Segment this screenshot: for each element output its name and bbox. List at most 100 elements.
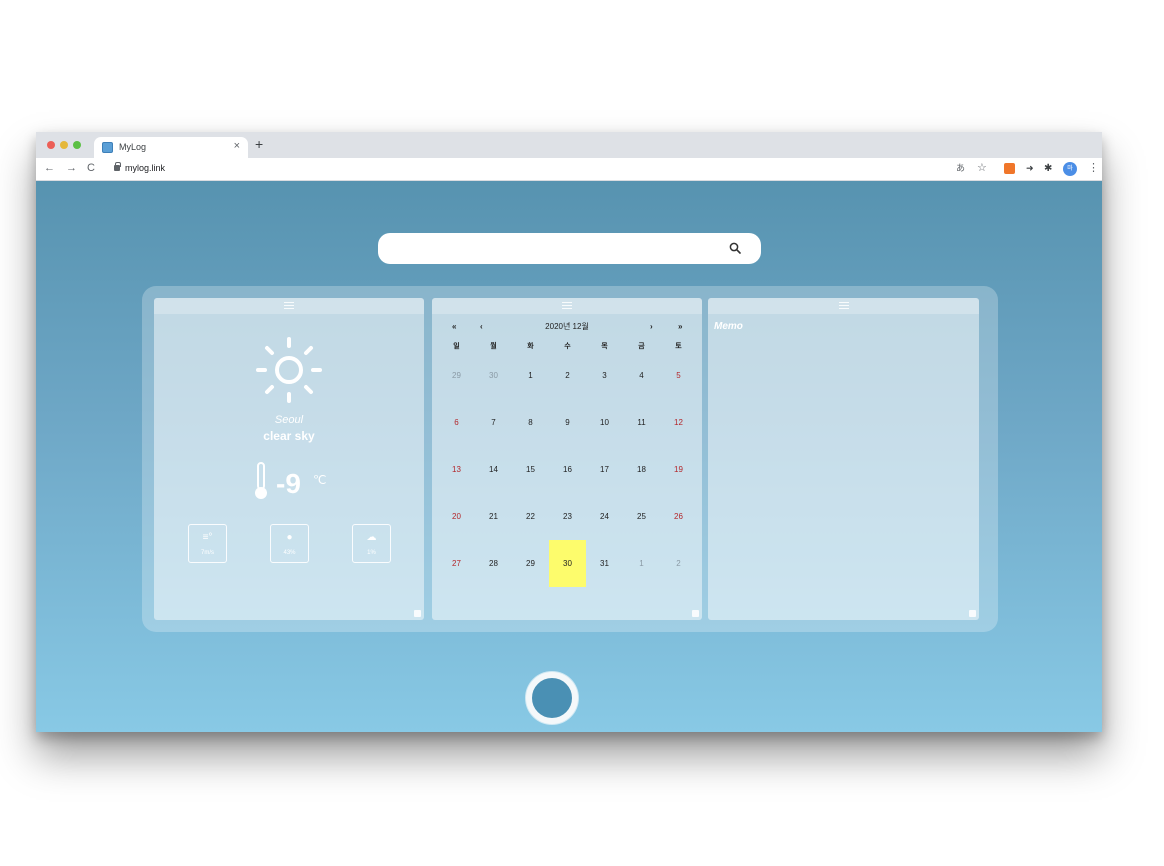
search-input[interactable] bbox=[378, 233, 761, 264]
calendar-day[interactable]: 29 bbox=[512, 540, 549, 587]
calendar-day[interactable]: 1 bbox=[512, 352, 549, 399]
calendar-day[interactable]: 16 bbox=[549, 446, 586, 493]
calendar-day[interactable]: 13 bbox=[438, 446, 475, 493]
calendar-day[interactable]: 22 bbox=[512, 493, 549, 540]
calendar-day[interactable]: 26 bbox=[660, 493, 697, 540]
calendar-day[interactable]: 18 bbox=[623, 446, 660, 493]
bookmark-star-icon[interactable]: ☆ bbox=[977, 163, 987, 174]
drag-handle[interactable] bbox=[432, 298, 702, 314]
browser-window: MyLog × + ← → C mylog.link あ ☆ ➜ ✱ 마 ⋮ S… bbox=[36, 132, 1102, 732]
close-window-button[interactable] bbox=[47, 141, 55, 149]
next-year-button[interactable]: » bbox=[678, 322, 682, 331]
wind-icon: ≡° bbox=[202, 532, 213, 543]
calendar-day[interactable]: 20 bbox=[438, 493, 475, 540]
calendar-day[interactable]: 7 bbox=[475, 399, 512, 446]
menu-icon bbox=[562, 302, 572, 311]
calendar-day[interactable]: 4 bbox=[623, 352, 660, 399]
calendar-day-other-month[interactable]: 30 bbox=[475, 352, 512, 399]
calendar-day[interactable]: 17 bbox=[586, 446, 623, 493]
temperature-value: -9 bbox=[276, 468, 301, 499]
calendar-day[interactable]: 12 bbox=[660, 399, 697, 446]
cloud-stat: ☁ 1% bbox=[352, 524, 391, 563]
weather-city: Seoul bbox=[274, 414, 304, 426]
weekday-label: 화 bbox=[527, 343, 534, 350]
weekday-label: 토 bbox=[675, 343, 682, 350]
calendar-day[interactable]: 21 bbox=[475, 493, 512, 540]
calendar-day[interactable]: 3 bbox=[586, 352, 623, 399]
calendar-day[interactable]: 10 bbox=[586, 399, 623, 446]
new-tab-button[interactable]: + bbox=[255, 137, 263, 151]
humidity-stat: ● 43% bbox=[270, 524, 309, 563]
humidity-value: 43% bbox=[283, 550, 296, 556]
temperature-unit: ℃ bbox=[313, 473, 327, 487]
extensions-puzzle-icon[interactable]: ✱ bbox=[1044, 163, 1052, 174]
menu-icon bbox=[838, 302, 849, 311]
favicon-icon bbox=[102, 142, 113, 153]
wind-value: 7m/s bbox=[200, 550, 214, 556]
calendar-day[interactable]: 14 bbox=[475, 446, 512, 493]
maximize-window-button[interactable] bbox=[73, 141, 81, 149]
resize-icon[interactable] bbox=[692, 610, 699, 617]
calendar-widget: « ‹ 2020년 12월 › » 일월화수목금토 29 30 1 2 3 4 5 6 7 8 9 1… bbox=[432, 298, 702, 620]
calendar-day[interactable]: 24 bbox=[586, 493, 623, 540]
calendar-day-other-month[interactable]: 29 bbox=[438, 352, 475, 399]
browser-menu-icon[interactable]: ⋮ bbox=[1088, 162, 1099, 175]
drag-handle[interactable] bbox=[154, 298, 424, 314]
memo-title: Memo bbox=[714, 321, 743, 332]
extension-icon[interactable] bbox=[1004, 163, 1015, 174]
lock-icon[interactable] bbox=[114, 162, 121, 171]
weather-condition: clear sky bbox=[263, 429, 315, 443]
calendar-day[interactable]: 19 bbox=[660, 446, 697, 493]
widget-board: Seoul clear sky -9 ℃ ≡° 7m/s ● 43% ☁ 1% … bbox=[142, 286, 998, 632]
profile-avatar[interactable]: 마 bbox=[1063, 162, 1077, 176]
forward-button[interactable]: → bbox=[66, 162, 77, 175]
calendar-title: 2020년 12월 bbox=[545, 322, 589, 331]
address-bar[interactable]: mylog.link bbox=[125, 163, 165, 173]
calendar-day[interactable]: 28 bbox=[475, 540, 512, 587]
browser-tab[interactable]: MyLog × bbox=[94, 137, 248, 158]
weather-widget: Seoul clear sky -9 ℃ ≡° 7m/s ● 43% ☁ 1% bbox=[154, 298, 424, 620]
calendar-day[interactable]: 31 bbox=[586, 540, 623, 587]
browser-toolbar: ← → C mylog.link あ ☆ ➜ ✱ 마 ⋮ bbox=[36, 158, 1102, 181]
calendar-day[interactable]: 5 bbox=[660, 352, 697, 399]
extension-arrow-icon[interactable]: ➜ bbox=[1026, 163, 1034, 174]
tab-strip: MyLog × + bbox=[36, 132, 1102, 158]
calendar-day[interactable]: 2 bbox=[549, 352, 586, 399]
weekday-label: 수 bbox=[564, 343, 571, 350]
calendar-day[interactable]: 27 bbox=[438, 540, 475, 587]
calendar-day[interactable]: 11 bbox=[623, 399, 660, 446]
search-icon[interactable] bbox=[729, 242, 741, 254]
add-widget-button[interactable] bbox=[526, 672, 578, 724]
weekday-label: 일 bbox=[453, 343, 460, 350]
humidity-icon: ● bbox=[286, 532, 293, 543]
thermometer-icon bbox=[255, 462, 267, 499]
back-button[interactable]: ← bbox=[44, 162, 55, 175]
menu-icon bbox=[284, 302, 294, 311]
translate-icon[interactable]: あ bbox=[956, 163, 967, 174]
drag-handle[interactable] bbox=[708, 298, 979, 314]
minimize-window-button[interactable] bbox=[60, 141, 68, 149]
next-month-button[interactable]: › bbox=[650, 322, 653, 331]
tab-close-button[interactable]: × bbox=[234, 140, 240, 152]
calendar-day[interactable]: 23 bbox=[549, 493, 586, 540]
sun-icon bbox=[256, 337, 322, 403]
calendar-day-other-month[interactable]: 2 bbox=[660, 540, 697, 587]
cloud-icon: ☁ bbox=[366, 532, 377, 543]
reload-button[interactable]: C bbox=[87, 162, 95, 175]
calendar-day[interactable]: 9 bbox=[549, 399, 586, 446]
tab-title: MyLog bbox=[119, 142, 147, 152]
resize-icon[interactable] bbox=[969, 610, 976, 617]
calendar-day[interactable]: 15 bbox=[512, 446, 549, 493]
memo-widget: Memo bbox=[708, 298, 979, 620]
calendar-day-today[interactable]: 30 bbox=[549, 540, 586, 587]
calendar-day[interactable]: 6 bbox=[438, 399, 475, 446]
calendar-day[interactable]: 25 bbox=[623, 493, 660, 540]
calendar-day[interactable]: 8 bbox=[512, 399, 549, 446]
weekday-label: 월 bbox=[490, 343, 497, 350]
calendar-day-other-month[interactable]: 1 bbox=[623, 540, 660, 587]
resize-icon[interactable] bbox=[414, 610, 421, 617]
mylog-page: Seoul clear sky -9 ℃ ≡° 7m/s ● 43% ☁ 1% … bbox=[36, 181, 1102, 732]
wind-stat: ≡° 7m/s bbox=[188, 524, 227, 563]
cloud-value: 1% bbox=[367, 550, 376, 556]
weekday-label: 목 bbox=[601, 343, 608, 350]
